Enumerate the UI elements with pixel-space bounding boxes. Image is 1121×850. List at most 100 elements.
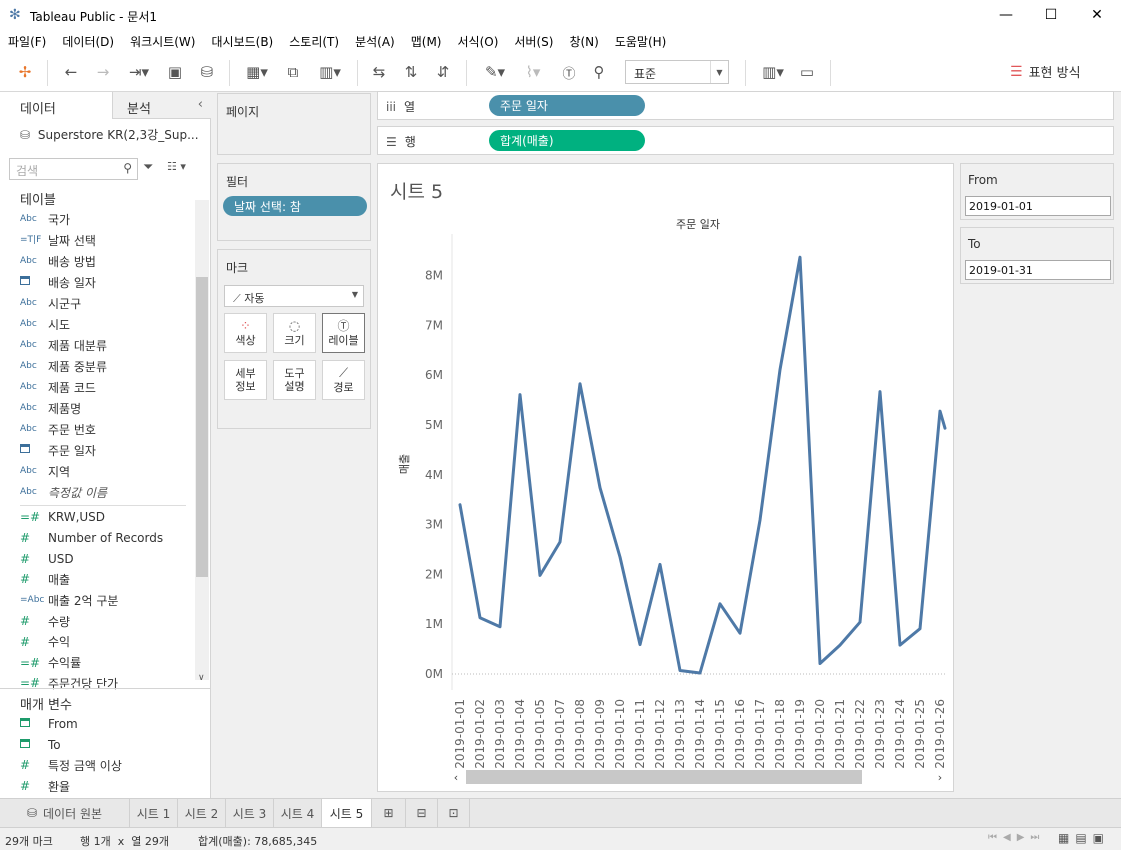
close-button[interactable]: ✕ [1074, 0, 1120, 30]
field-item[interactable]: Abc 제품명 [0, 398, 195, 418]
tab-sheet-2[interactable]: 시트 2 [178, 799, 226, 827]
menu-item[interactable]: 맵(M) [403, 33, 450, 50]
filter-icon[interactable]: ⏷ [143, 160, 153, 175]
measure-item[interactable]: =# 주문건당 단가 [0, 673, 195, 693]
field-item[interactable]: Abc 배송 방법 [0, 251, 195, 271]
to-input[interactable]: 2019-01-31 [965, 260, 1111, 280]
pages-card[interactable]: 페이지 [217, 93, 371, 155]
filter-pill[interactable]: 날짜 선택: 참 [223, 196, 367, 216]
filters-card[interactable]: 필터 날짜 선택: 참 [217, 163, 371, 241]
sort-desc-icon[interactable]: ⇵ [432, 62, 454, 82]
columns-shelf[interactable]: iii 열 주문 일자 [377, 91, 1114, 120]
scroll-down-icon[interactable]: ∨ [198, 673, 205, 683]
new-dashboard-icon[interactable]: ⊟ [406, 799, 438, 827]
highlight-icon[interactable]: ✎▾ [478, 62, 512, 82]
tab-data[interactable]: 데이터 [0, 92, 112, 119]
viz-view[interactable]: 시트 5 주문 일자 0M 1M 2M 3M 4M 5M 6M 7M 8M 매출 2019-01-01… [377, 163, 954, 792]
new-story-icon[interactable]: ⊡ [438, 799, 470, 827]
measure-item[interactable]: # USD [0, 549, 195, 569]
label-icon[interactable]: Ⓣ [558, 62, 580, 82]
field-item[interactable]: Abc 국가 [0, 209, 195, 229]
show-cards-icon[interactable]: ▥▾ [756, 62, 790, 82]
label-button[interactable]: Ⓣ 레이블 [322, 313, 365, 353]
tab-analysis[interactable]: 분석 ‹ [112, 92, 211, 119]
tab-sheet-3[interactable]: 시트 3 [226, 799, 274, 827]
menu-item[interactable]: 데이터(D) [54, 33, 122, 50]
param-item[interactable]: From [0, 714, 195, 734]
menu-item[interactable]: 서버(S) [506, 33, 561, 50]
field-item[interactable]: Abc 제품 코드 [0, 377, 195, 397]
mark-type-select[interactable]: ⟋ 자동 ▼ [224, 285, 364, 307]
menu-item[interactable]: 도움말(H) [607, 33, 675, 50]
field-item[interactable]: Abc 제품 중분류 [0, 356, 195, 376]
measure-item[interactable]: # 수량 [0, 611, 195, 631]
measure-item[interactable]: =# KRW,USD [0, 507, 195, 527]
sort-asc-icon[interactable]: ⇅ [400, 62, 422, 82]
menu-item[interactable]: 대시보드(B) [203, 33, 281, 50]
view-mode-icon[interactable]: ▦▤▣ [1058, 831, 1110, 845]
save-icon[interactable]: ▣ [164, 62, 186, 82]
show-me-button[interactable]: ☰ 표현 방식 [1010, 62, 1081, 82]
datasource-item[interactable]: ⛁ Superstore KR(2,3강_Sup... [20, 126, 199, 143]
presentation-icon[interactable]: ▭ [796, 62, 818, 82]
columns-pill[interactable]: 주문 일자 [489, 95, 645, 116]
new-worksheet-icon[interactable]: ▦▾ [240, 62, 274, 82]
undo-icon[interactable]: ← [60, 62, 82, 82]
measure-item[interactable]: # 매출 [0, 569, 195, 589]
field-item[interactable]: 배송 일자 [0, 272, 195, 292]
scroll-left-icon[interactable]: ‹ [454, 771, 458, 784]
size-button[interactable]: ◌ 크기 [273, 313, 316, 353]
tab-sheet-5[interactable]: 시트 5 [322, 799, 372, 827]
scroll-right-icon[interactable]: › [938, 771, 942, 784]
field-item[interactable]: Abc 측정값 이름 [0, 482, 195, 502]
path-button[interactable]: ⟋ 경로 [322, 360, 365, 400]
param-item[interactable]: # 환율 [0, 776, 195, 796]
replay-icon[interactable]: ⇥▾ [122, 62, 156, 82]
collapse-icon[interactable]: ‹ [198, 97, 203, 112]
detail-button[interactable]: 세부 정보 [224, 360, 267, 400]
search-input[interactable]: 검색 ⚲ [9, 158, 138, 180]
tab-sheet-4[interactable]: 시트 4 [274, 799, 322, 827]
new-sheet-icon[interactable]: ⊞ [372, 799, 406, 827]
measure-item[interactable]: # Number of Records [0, 528, 195, 548]
menu-item[interactable]: 워크시트(W) [122, 33, 203, 50]
from-input[interactable]: 2019-01-01 [965, 196, 1111, 216]
menu-item[interactable]: 분석(A) [347, 33, 403, 50]
attach-icon[interactable]: ⌇▾ [516, 62, 550, 82]
field-scrollbar-thumb[interactable] [196, 277, 208, 577]
menu-item[interactable]: 창(N) [561, 33, 606, 50]
field-item[interactable]: Abc 주문 번호 [0, 419, 195, 439]
maximize-button[interactable]: ☐ [1028, 0, 1074, 30]
view-options-icon[interactable]: ☷ ▾ [167, 160, 186, 173]
measure-item[interactable]: =# 수익률 [0, 653, 195, 673]
fit-select[interactable]: 표준 ▼ [625, 60, 729, 84]
redo-icon[interactable]: → [92, 62, 114, 82]
param-item[interactable]: To [0, 735, 195, 755]
measure-item[interactable]: =Abc 매출 2억 구분 [0, 590, 195, 610]
swap-icon[interactable]: ⇆ [368, 62, 390, 82]
rows-shelf[interactable]: ☰ 행 합계(매출) [377, 126, 1114, 155]
color-button[interactable]: ⁘ 색상 [224, 313, 267, 353]
tab-datasource[interactable]: ⛁ 데이터 원본 [0, 799, 130, 827]
tableau-start-icon[interactable]: ✢ [14, 62, 36, 82]
h-scrollbar-thumb[interactable] [466, 770, 862, 784]
duplicate-sheet-icon[interactable]: ⧉ [282, 62, 304, 82]
pin-icon[interactable]: ⚲ [588, 62, 610, 82]
param-item[interactable]: # 특정 금액 이상 [0, 755, 195, 775]
clear-sheet-icon[interactable]: ▥▾ [312, 62, 348, 82]
field-item[interactable]: Abc 시도 [0, 314, 195, 334]
field-item[interactable]: Abc 시군구 [0, 293, 195, 313]
menu-item[interactable]: 스토리(T) [281, 33, 347, 50]
line-chart[interactable]: 주문 일자 0M 1M 2M 3M 4M 5M 6M 7M 8M 매출 2019-01-01 2019-… [378, 164, 953, 791]
field-item[interactable]: =T|F 날짜 선택 [0, 230, 195, 250]
field-item[interactable]: 주문 일자 [0, 440, 195, 460]
minimize-button[interactable]: — [983, 0, 1029, 30]
field-item[interactable]: Abc 제품 대분류 [0, 335, 195, 355]
tooltip-button[interactable]: 도구 설명 [273, 360, 316, 400]
add-datasource-icon[interactable]: ⛁ [196, 62, 218, 82]
tab-sheet-1[interactable]: 시트 1 [130, 799, 178, 827]
field-item[interactable]: Abc 지역 [0, 461, 195, 481]
sales-line[interactable] [458, 255, 947, 675]
page-nav-icon[interactable]: ⏮◀▶⏭ [988, 832, 1045, 843]
menu-item[interactable]: 파일(F) [0, 33, 54, 50]
